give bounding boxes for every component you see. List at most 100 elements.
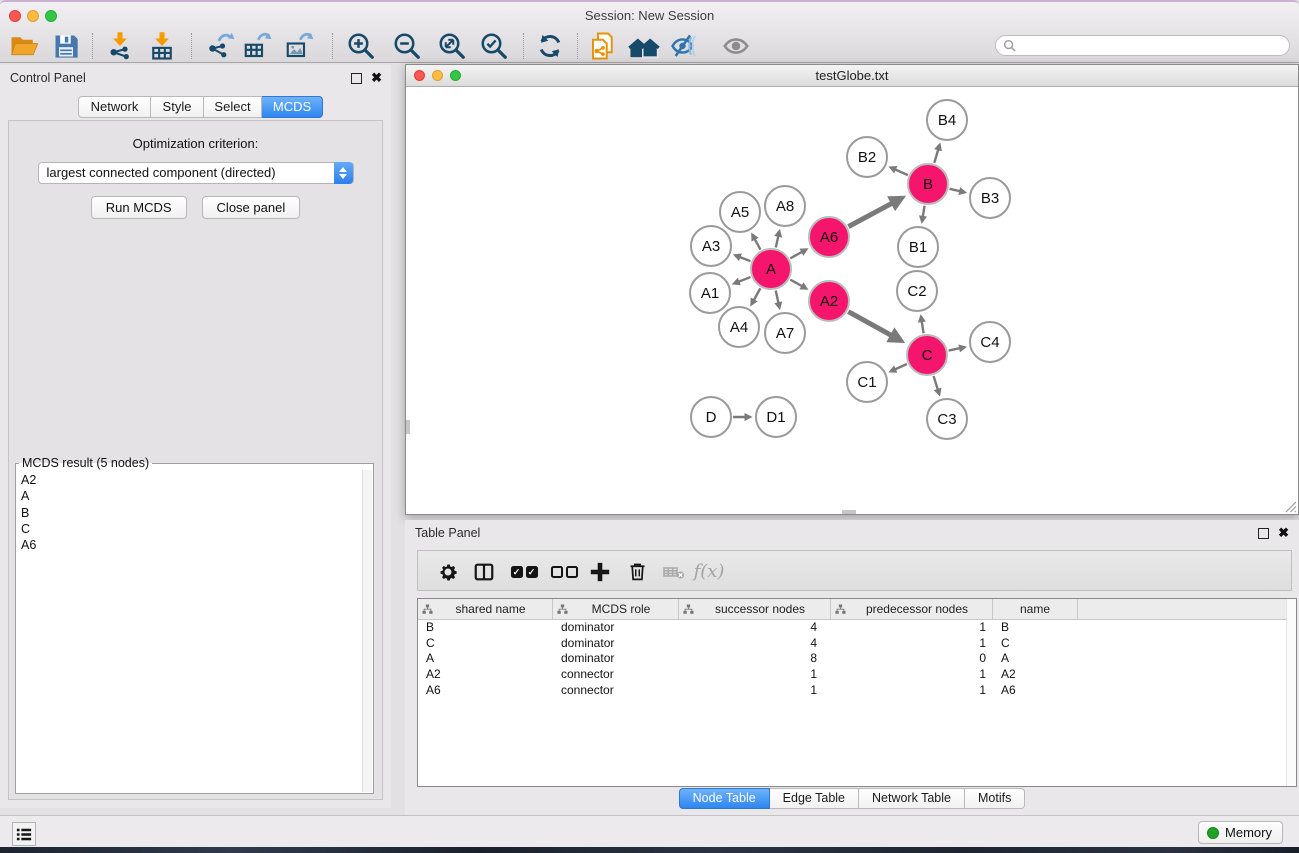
column-header-mcds-role[interactable]: MCDS role [553, 599, 679, 619]
graph-edge-A-A8[interactable] [776, 231, 780, 247]
table-row[interactable]: A2connector11A2 [418, 667, 1296, 683]
network-minimize-button[interactable] [432, 70, 443, 81]
graph-edge-C-C1[interactable] [891, 364, 907, 371]
graph-node-A6[interactable]: A6 [809, 217, 849, 257]
tab-edge-table[interactable]: Edge Table [770, 788, 859, 809]
mcds-result-item[interactable]: C [21, 521, 361, 537]
zoom-fit-icon[interactable] [435, 30, 469, 62]
graph-node-A5[interactable]: A5 [720, 192, 760, 232]
graph-node-B3[interactable]: B3 [970, 178, 1010, 218]
graph-node-C1[interactable]: C1 [847, 362, 887, 402]
deselect-all-icon[interactable] [547, 551, 581, 592]
tab-motifs[interactable]: Motifs [965, 788, 1025, 809]
delete-column-trash-icon[interactable] [620, 551, 654, 592]
graph-node-B2[interactable]: B2 [847, 137, 887, 177]
open-file-icon[interactable] [7, 30, 41, 62]
graph-edge-A2-C[interactable] [848, 312, 900, 341]
refresh-layout-icon[interactable] [533, 30, 567, 62]
network-canvas[interactable]: B4B2BB3A8A5A6A3B1AA1C2A2A4A7C4CC1C3DD1 [406, 87, 1298, 514]
show-all-eye-icon[interactable] [719, 30, 753, 62]
network-zoom-button[interactable] [450, 70, 461, 81]
select-all-icon[interactable]: ✓✓ [507, 551, 541, 592]
tab-network[interactable]: Network [78, 96, 151, 118]
mcds-result-item[interactable]: A [21, 488, 361, 504]
export-network-icon[interactable] [203, 30, 237, 62]
tab-network-table[interactable]: Network Table [859, 788, 965, 809]
network-graph[interactable]: B4B2BB3A8A5A6A3B1AA1C2A2A4A7C4CC1C3DD1 [406, 87, 1298, 514]
search-field[interactable] [995, 35, 1290, 56]
close-panel-icon[interactable]: ✖ [371, 70, 382, 86]
export-image-icon[interactable] [282, 30, 316, 62]
network-close-button[interactable] [414, 70, 425, 81]
column-header-name[interactable]: name [993, 599, 1078, 619]
graph-node-A[interactable]: A [751, 249, 791, 289]
graph-node-A3[interactable]: A3 [691, 226, 731, 266]
clone-network-icon[interactable] [586, 30, 620, 62]
graph-edge-A6-B[interactable] [848, 198, 901, 226]
float-panel-icon[interactable] [351, 73, 362, 84]
column-header-predecessor-nodes[interactable]: predecessor nodes [831, 599, 993, 619]
graph-edge-C-C4[interactable] [949, 347, 965, 350]
graph-edge-C-C3[interactable] [934, 376, 940, 394]
titlebar[interactable]: Session: New Session [0, 4, 1299, 27]
zoom-in-icon[interactable] [344, 30, 378, 62]
graph-edge-A-A4[interactable] [751, 288, 760, 304]
tab-mcds[interactable]: MCDS [262, 96, 323, 118]
graph-node-D1[interactable]: D1 [756, 397, 796, 437]
first-neighbors-icon[interactable] [627, 30, 661, 62]
graph-edge-A-A6[interactable] [790, 249, 806, 258]
close-panel-button[interactable]: Close panel [202, 196, 301, 219]
graph-node-A2[interactable]: A2 [809, 281, 849, 321]
graph-node-B4[interactable]: B4 [927, 100, 967, 140]
table-row[interactable]: Cdominator41C [418, 636, 1296, 652]
resize-grip-icon[interactable] [1283, 499, 1297, 513]
tab-style[interactable]: Style [151, 96, 204, 118]
canvas-vscroll-thumb[interactable] [406, 420, 410, 434]
add-column-icon[interactable] [583, 551, 617, 592]
graph-node-A1[interactable]: A1 [690, 273, 730, 313]
column-header-successor-nodes[interactable]: successor nodes [679, 599, 831, 619]
zoom-out-icon[interactable] [390, 30, 424, 62]
criterion-select[interactable]: largest connected component (directed) [38, 162, 354, 184]
close-window-button[interactable] [9, 10, 21, 22]
split-columns-icon[interactable] [467, 551, 501, 592]
tab-node-table[interactable]: Node Table [679, 788, 770, 809]
graph-node-A7[interactable]: A7 [765, 313, 805, 353]
zoom-selected-icon[interactable] [477, 30, 511, 62]
delete-table-icon[interactable] [657, 551, 691, 592]
graph-edge-A-A5[interactable] [752, 235, 760, 250]
import-table-icon[interactable] [145, 30, 179, 62]
graph-edge-B-B3[interactable] [949, 189, 964, 192]
graph-node-C2[interactable]: C2 [897, 271, 937, 311]
run-mcds-button[interactable]: Run MCDS [91, 196, 187, 219]
column-header-shared-name[interactable]: shared name [418, 599, 553, 619]
search-input[interactable] [1020, 38, 1289, 54]
table-row[interactable]: A6connector11A6 [418, 683, 1296, 699]
mcds-result-item[interactable]: A6 [21, 537, 361, 553]
canvas-hscroll-thumb[interactable] [842, 510, 856, 514]
import-network-icon[interactable] [103, 30, 137, 62]
function-builder-icon[interactable]: f(x) [692, 551, 726, 592]
settings-gear-icon[interactable] [431, 551, 465, 592]
table-row[interactable]: Bdominator41B [418, 620, 1296, 636]
mcds-result-item[interactable]: B [21, 505, 361, 521]
graph-edge-C-C2[interactable] [921, 317, 924, 334]
graph-node-B1[interactable]: B1 [898, 227, 938, 267]
graph-edge-A-A7[interactable] [776, 290, 780, 307]
export-table-icon[interactable] [240, 30, 274, 62]
graph-edge-B-B2[interactable] [891, 167, 908, 175]
close-table-panel-icon[interactable]: ✖ [1278, 525, 1289, 541]
graph-node-D[interactable]: D [691, 397, 731, 437]
float-table-panel-icon[interactable] [1258, 528, 1269, 539]
graph-node-C3[interactable]: C3 [927, 399, 967, 439]
graph-edge-A-A1[interactable] [734, 277, 750, 283]
zoom-window-button[interactable] [45, 10, 57, 22]
show-panels-list-icon[interactable] [12, 822, 36, 846]
graph-edge-B-B4[interactable] [934, 145, 939, 163]
minimize-window-button[interactable] [27, 10, 39, 22]
save-session-icon[interactable] [49, 30, 83, 62]
graph-edge-B-B1[interactable] [922, 206, 925, 222]
graph-node-B[interactable]: B [908, 164, 948, 204]
network-window-titlebar[interactable]: testGlobe.txt [406, 65, 1298, 87]
result-scrollbar[interactable] [362, 470, 372, 792]
